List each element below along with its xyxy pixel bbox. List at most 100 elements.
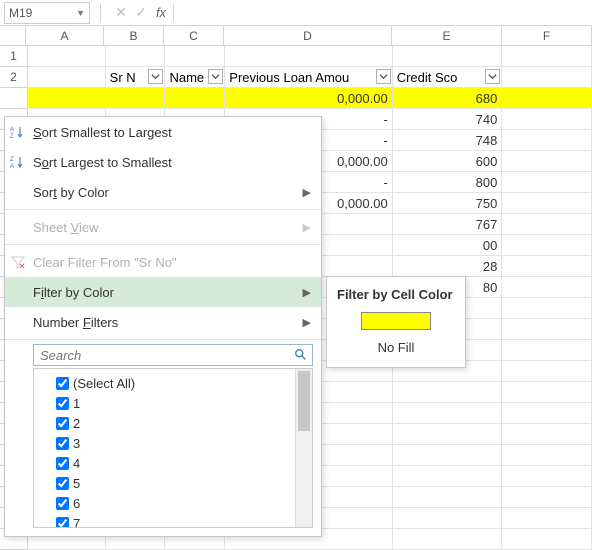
col-header[interactable]: B [104,26,164,45]
col-header[interactable]: C [164,26,224,45]
search-input[interactable] [38,347,294,364]
checklist-item[interactable]: (Select All) [34,373,312,393]
cell[interactable] [165,88,225,109]
checklist-item[interactable]: 7 [34,513,312,528]
sort-ascending-item[interactable]: AZ Sort Smallest to Largest [5,117,321,147]
cell[interactable]: 767 [393,214,503,235]
cell[interactable] [502,277,592,298]
cell[interactable] [106,46,166,67]
checklist-item[interactable]: 1 [34,393,312,413]
cell[interactable]: 740 [393,109,503,130]
col-header[interactable]: E [392,26,502,45]
row-header[interactable]: 2 [0,67,28,88]
cell[interactable] [393,445,503,466]
cell[interactable] [502,445,592,466]
filter-by-color-item[interactable]: Filter by Color ▶ [5,277,321,307]
cell[interactable]: Name [165,67,225,88]
fx-icon[interactable]: fx [151,5,171,20]
checkbox[interactable] [56,377,69,390]
cell[interactable] [502,151,592,172]
checkbox[interactable] [56,457,69,470]
checkbox[interactable] [56,397,69,410]
cell[interactable] [502,214,592,235]
color-swatch-yellow[interactable] [361,312,431,330]
cell[interactable] [502,130,592,151]
cell[interactable] [393,487,503,508]
cell[interactable] [502,256,592,277]
checklist-item[interactable]: 4 [34,453,312,473]
filter-dropdown-button[interactable] [376,69,391,84]
cell[interactable]: 680 [393,88,503,109]
sort-descending-item[interactable]: ZA Sort Largest to Smallest [5,147,321,177]
cell[interactable]: 748 [393,130,503,151]
no-fill-option[interactable]: No Fill [327,338,465,357]
cell[interactable]: 28 [393,256,503,277]
cell[interactable] [106,88,166,109]
col-header[interactable]: F [502,26,592,45]
cell[interactable] [502,319,592,340]
cell[interactable] [502,67,592,88]
checklist-item[interactable]: 2 [34,413,312,433]
cell[interactable] [28,88,106,109]
cell[interactable] [502,88,592,109]
cell[interactable]: 00 [393,235,503,256]
select-all-corner[interactable] [0,26,26,45]
cancel-icon[interactable]: ✕ [111,4,131,21]
scrollbar-thumb[interactable] [298,371,310,431]
cell[interactable] [502,109,592,130]
row-header[interactable]: 1 [0,46,28,67]
cell[interactable]: 750 [393,193,503,214]
col-header[interactable]: A [26,26,104,45]
cell[interactable] [28,46,106,67]
filter-dropdown-button[interactable] [208,69,223,84]
checklist-item[interactable]: 5 [34,473,312,493]
cell[interactable] [502,487,592,508]
checklist-item[interactable]: 6 [34,493,312,513]
cell[interactable]: 0,000.00 [225,88,392,109]
cell[interactable] [393,403,503,424]
cell[interactable] [502,46,592,67]
chevron-down-icon[interactable]: ▼ [76,8,85,18]
row-header[interactable] [0,88,28,109]
cell[interactable] [502,298,592,319]
cell[interactable] [165,46,225,67]
col-header[interactable]: D [224,26,392,45]
cell[interactable] [502,340,592,361]
cell[interactable] [393,508,503,529]
confirm-icon[interactable]: ✓ [131,4,151,21]
cell[interactable] [393,466,503,487]
cell[interactable] [502,403,592,424]
cell[interactable]: 800 [393,172,503,193]
cell[interactable] [502,466,592,487]
filter-dropdown-button[interactable] [485,69,500,84]
cell[interactable] [502,529,592,550]
cell[interactable] [502,361,592,382]
number-filters-item[interactable]: Number Filters ▶ [5,307,321,337]
cell[interactable] [502,382,592,403]
cell[interactable] [393,382,503,403]
cell[interactable]: Sr N [106,67,166,88]
cell[interactable] [28,67,106,88]
name-box[interactable]: M19 ▼ [4,2,90,24]
filter-checklist[interactable]: (Select All)1234567 [33,368,313,528]
cell[interactable] [225,46,392,67]
cell[interactable] [502,193,592,214]
cell[interactable]: Credit Sco [393,67,503,88]
checkbox[interactable] [56,437,69,450]
checkbox[interactable] [56,497,69,510]
cell[interactable]: 600 [393,151,503,172]
cell[interactable] [393,46,503,67]
cell[interactable] [393,529,503,550]
checklist-item[interactable]: 3 [34,433,312,453]
cell[interactable] [502,235,592,256]
checkbox[interactable] [56,417,69,430]
scrollbar[interactable] [295,369,312,527]
checkbox[interactable] [56,517,69,529]
sort-by-color-item[interactable]: Sort by Color ▶ [5,177,321,207]
cell[interactable] [502,508,592,529]
filter-search[interactable] [33,344,313,366]
cell[interactable] [393,424,503,445]
cell[interactable]: Previous Loan Amou [225,67,392,88]
cell[interactable] [502,424,592,445]
filter-dropdown-button[interactable] [148,69,163,84]
